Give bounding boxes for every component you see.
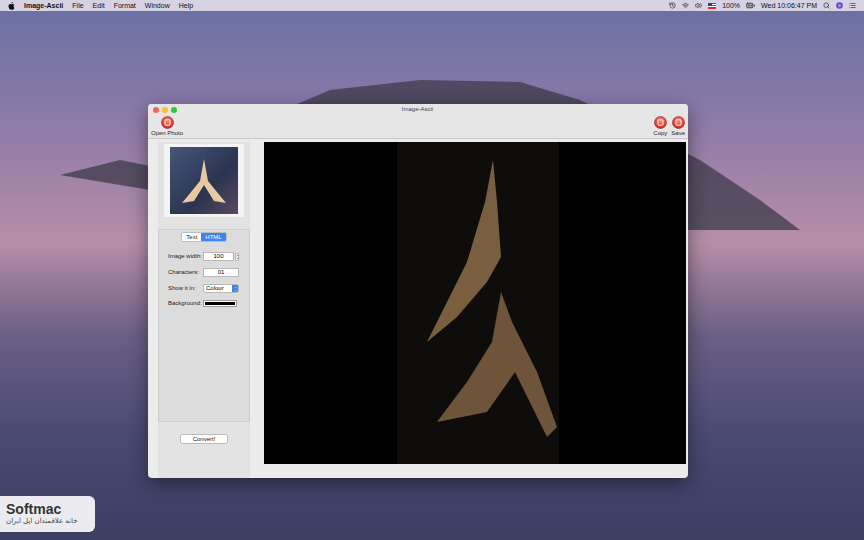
toolbar-button[interactable]: Save [671,116,685,137]
watermark-tagline: خانه علاقمندان اپل ایران [6,517,78,526]
tab[interactable]: HTML [201,233,225,241]
characters-input[interactable]: 01 [203,268,239,277]
settings-row: Background: [168,300,239,307]
ascii-image [397,142,559,464]
battery-level[interactable]: 100% [722,2,740,10]
flag-icon[interactable] [708,3,716,9]
menu-item[interactable]: Format [114,2,136,10]
toolbar-button-label: Open Photo [151,130,183,137]
battery-icon[interactable] [746,1,755,10]
toolbar: Open Photo Copy Save [148,115,688,139]
tool-icon [654,116,667,129]
app-window: Image-Ascii Open Photo Copy Save TextHTML Ima… [148,104,688,478]
toolbar-button[interactable]: Copy [653,116,667,137]
siri-icon[interactable] [836,2,843,9]
stepper[interactable] [235,253,239,261]
minimize-button[interactable] [162,107,168,113]
ascii-output [264,142,686,464]
window-title: Image-Ascii [402,106,433,113]
app-menu[interactable]: Image-Ascii [24,2,63,10]
time-machine-icon[interactable] [669,2,676,9]
volume-icon[interactable] [695,2,702,9]
toolbar-button-label: Copy [653,130,667,137]
tab[interactable]: Text [182,233,201,241]
menu-item[interactable]: Window [145,2,170,10]
settings-row: Characters:01 [168,268,239,277]
settings-row: Image width:100 [168,252,239,261]
image-width-input[interactable]: 100 [203,252,234,261]
down-icon [234,289,237,292]
field-label: Image width: [168,253,201,260]
left-panel: TextHTML Image width:100 Characters:01 Show… [158,142,250,478]
title-bar: Image-Ascii [148,104,688,115]
settings-row: Show it in:Colour [168,284,239,293]
thumbnail [170,147,238,214]
down-icon [236,257,239,260]
apple-icon[interactable] [8,2,15,10]
zoom-button[interactable] [171,107,177,113]
show-select[interactable]: Colour [203,284,239,293]
tool-icon [161,116,174,129]
tool-icon [672,116,685,129]
menu-item[interactable]: Edit [93,2,105,10]
menu-bar: Image-Ascii File Edit Format Window Help 100% W… [0,0,864,11]
clock[interactable]: Wed 10:06:47 PM [761,2,817,10]
toolbar-button[interactable]: Open Photo [151,116,183,137]
convert-button[interactable]: Convert! [180,434,229,444]
toolbar-button-label: Save [671,130,685,137]
settings-box: TextHTML Image width:100 Characters:01 Show… [158,229,250,422]
shoe-thumbnail-icon [174,151,234,211]
watermark: Softmacخانه علاقمندان اپل ایران [0,496,95,532]
thumbnail-frame [164,144,244,217]
notification-center-icon[interactable] [849,2,856,9]
spotlight-icon[interactable] [823,2,830,9]
tab-control: TextHTML [181,232,226,242]
field-label: Background: [168,300,201,307]
close-button[interactable] [153,107,159,113]
field-label: Characters: [168,269,201,276]
up-icon [236,254,239,257]
menu-item[interactable]: Help [179,2,193,10]
up-icon [234,286,237,289]
background-color-well[interactable] [203,300,237,307]
menu-item[interactable]: File [72,2,83,10]
watermark-brand: Softmac [6,502,95,517]
wifi-icon[interactable] [682,2,689,9]
ascii-shoes-icon [397,142,559,464]
field-label: Show it in: [168,285,201,292]
window-body: TextHTML Image width:100 Characters:01 Show… [148,139,688,478]
desktop: Image-Ascii File Edit Format Window Help 100% W… [0,0,864,540]
